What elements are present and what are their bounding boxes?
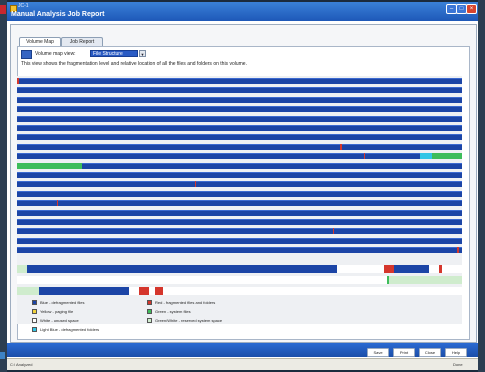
volume-map-row [17,181,462,188]
volume-map-segment [17,276,387,284]
volume-map-row [17,172,462,178]
close-button[interactable]: Close [419,348,441,357]
volume-map-icon [21,50,32,59]
volume-map-segment [17,265,27,273]
right-desktop-edge [478,0,485,372]
legend-label: Red - fragmented files and folders [155,300,216,305]
volume-map-row [17,209,462,216]
volume-map-row [17,153,462,160]
volume-map-segment [384,265,394,273]
volume-map-row [17,125,462,131]
volume-map-segment [432,153,462,160]
window-title: Manual Analysis Job Report [11,11,105,18]
desktop-icon-blue [0,352,5,359]
volume-map-segment [457,247,459,254]
legend-swatch [32,327,37,332]
status-text: C:\ Analyzed [10,362,33,367]
volume-map-row [17,134,462,141]
legend-label: Green - system files [155,309,191,314]
volume-map-row [17,276,462,284]
volume-map-row [17,87,462,94]
volume-map-segment [364,153,365,160]
left-desktop-edge [0,0,7,372]
maximize-icon: □ [459,6,464,12]
legend-swatch [32,318,37,323]
volume-map-row [17,96,462,103]
status-bar: C:\ Analyzed Done [7,358,478,370]
volume-map-segment [39,287,129,295]
volume-map-row [17,78,462,84]
help-button[interactable]: Help [445,348,467,357]
volume-map-view-select[interactable]: File Structure [90,50,138,57]
legend-swatch [32,300,37,305]
volume-map-row [17,247,462,254]
legend-swatch [32,309,37,314]
volume-map-segment [163,287,462,295]
volume-map-segment [387,276,389,284]
volume-map-row [17,219,462,225]
volume-map-segment [420,153,432,160]
legend-swatch [147,318,152,323]
legend-label: Light Blue - defragmented folders [40,327,100,332]
legend-label: Green/White - reserved system space [155,318,223,323]
volume-map-segment [17,287,39,295]
volume-map-segment [429,265,462,273]
volume-map-segment [394,265,429,273]
title-bar: JC-1 Manual Analysis Job Report – □ × [7,2,478,21]
volume-map-description: This view shows the fragmentation level … [21,61,247,67]
volume-map-row [17,228,462,235]
volume-map-segment [129,287,139,295]
volume-map-row [17,115,462,122]
volume-map-row [17,237,462,244]
volume-map-segment [27,265,337,273]
report-window: JC-1 Manual Analysis Job Report – □ × Vo… [7,2,478,370]
volume-map-segment [17,162,82,169]
app-name: JC-1 [18,3,29,9]
legend-swatch [147,309,152,314]
minimize-icon: – [449,6,454,12]
volume-map-segment [195,181,196,188]
volume-map-segment [139,287,149,295]
volume-map-row [17,200,462,207]
volume-map-segment [439,265,442,273]
volume-map-row [17,190,462,197]
print-button[interactable]: Print [393,348,415,357]
legend-swatch [147,300,152,305]
volume-map-segment [333,228,334,235]
chevron-down-icon[interactable]: ▼ [139,50,146,57]
volume-map-row [17,106,462,113]
volume-map [17,76,462,324]
volume-map-row [17,287,462,295]
save-button[interactable]: Save [367,348,389,357]
legend-label: Yellow - paging file [40,309,74,314]
content-area: Volume Map Job Report Volume map view: F… [10,24,477,343]
volume-map-segment [337,265,384,273]
volume-map-segment [340,143,342,150]
close-icon: × [469,6,474,12]
volume-map-segment [387,276,462,284]
button-bar: Save Print Close Help [7,343,478,357]
volume-map-view-label: Volume map view: [35,51,76,57]
volume-map-row [17,265,462,273]
volume-map-row [17,162,462,169]
volume-map-segment [155,287,163,295]
volume-map-segment [57,200,58,207]
volume-map-segment [17,78,19,84]
legend-label: White - unused space [40,318,79,323]
close-window-button[interactable]: × [466,4,477,14]
legend-label: Blue - defragmented files [40,300,85,305]
status-done: Done [453,362,463,367]
volume-map-row [17,143,462,150]
desktop-icon-red [0,5,6,14]
